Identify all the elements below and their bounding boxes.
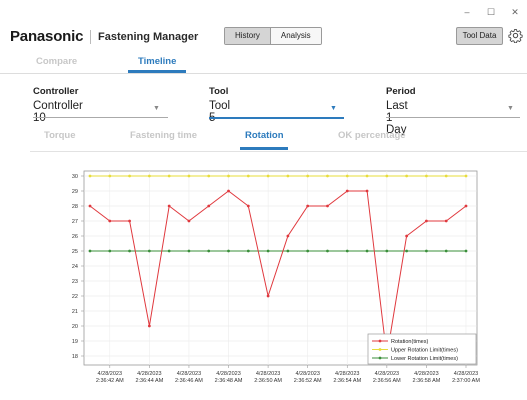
data-point — [207, 174, 211, 178]
x-tick-label: 4/28/2023 — [335, 371, 359, 377]
legend-marker — [378, 356, 382, 360]
y-tick-label: 30 — [72, 174, 78, 180]
x-tick-label: 4/28/2023 — [454, 371, 478, 377]
data-point — [306, 249, 310, 253]
data-point — [345, 174, 349, 178]
data-point — [286, 249, 290, 253]
data-point — [385, 249, 389, 253]
data-point — [425, 249, 428, 253]
y-tick-label: 27 — [72, 219, 78, 225]
data-point — [345, 249, 349, 253]
data-point — [286, 234, 290, 238]
x-tick-label: 4/28/2023 — [295, 371, 319, 377]
data-point — [227, 174, 230, 178]
data-point — [88, 204, 92, 208]
data-point — [464, 204, 468, 208]
legend-entry: Rotation(times) — [391, 339, 428, 345]
data-point — [326, 204, 329, 208]
data-point — [326, 174, 329, 178]
data-point — [385, 174, 389, 178]
data-point — [365, 189, 369, 193]
data-point — [147, 174, 151, 178]
data-point — [405, 174, 409, 178]
x-tick-label: 2:36:48 AM — [215, 378, 243, 384]
data-point — [167, 249, 171, 253]
y-tick-label: 26 — [72, 234, 78, 240]
data-point — [464, 174, 468, 178]
data-point — [246, 249, 250, 253]
x-tick-label: 4/28/2023 — [256, 371, 280, 377]
y-tick-label: 18 — [72, 354, 78, 360]
y-tick-label: 21 — [72, 309, 78, 315]
data-point — [207, 249, 211, 253]
data-point — [306, 174, 310, 178]
data-point — [286, 174, 290, 178]
data-point — [207, 204, 211, 208]
rotation-chart: 181920212223242526272829304/28/20232:36:… — [72, 170, 480, 384]
y-tick-label: 20 — [72, 324, 78, 330]
data-point — [306, 204, 310, 208]
legend-entry: Lower Rotation Limit(times) — [391, 356, 458, 362]
y-tick-label: 22 — [72, 294, 78, 300]
data-point — [246, 204, 250, 208]
data-point — [326, 249, 329, 253]
x-tick-label: 4/28/2023 — [375, 371, 399, 377]
data-point — [464, 249, 468, 253]
legend-marker — [378, 339, 382, 343]
y-tick-label: 23 — [72, 279, 78, 285]
data-point — [444, 174, 448, 178]
x-tick-label: 2:36:56 AM — [373, 378, 401, 384]
data-point — [167, 204, 171, 208]
data-point — [405, 249, 409, 253]
data-point — [425, 219, 428, 223]
data-point — [405, 234, 409, 238]
y-tick-label: 19 — [72, 339, 78, 345]
data-point — [147, 324, 151, 328]
legend-entry: Upper Rotation Limit(times) — [391, 348, 458, 354]
data-point — [266, 294, 270, 298]
data-point — [266, 249, 270, 253]
data-point — [187, 249, 191, 253]
data-point — [227, 189, 230, 193]
legend-marker — [378, 348, 382, 351]
data-point — [246, 174, 250, 178]
y-tick-label: 29 — [72, 189, 78, 195]
data-point — [266, 174, 270, 178]
x-tick-label: 2:36:54 AM — [333, 378, 361, 384]
data-point — [108, 219, 112, 223]
x-tick-label: 4/28/2023 — [98, 371, 122, 377]
data-point — [128, 249, 131, 253]
data-point — [187, 174, 191, 178]
x-tick-label: 4/28/2023 — [177, 371, 201, 377]
y-tick-label: 24 — [72, 264, 78, 270]
y-tick-label: 25 — [72, 249, 78, 255]
x-tick-label: 2:36:42 AM — [96, 378, 124, 384]
data-point — [227, 249, 230, 253]
x-tick-label: 2:36:46 AM — [175, 378, 203, 384]
x-tick-label: 4/28/2023 — [137, 371, 161, 377]
y-tick-label: 28 — [72, 204, 78, 210]
x-tick-label: 2:36:44 AM — [135, 378, 163, 384]
data-point — [108, 249, 112, 253]
data-point — [444, 219, 448, 223]
x-tick-label: 2:36:52 AM — [294, 378, 322, 384]
data-point — [365, 174, 369, 178]
data-point — [425, 174, 428, 178]
x-tick-label: 4/28/2023 — [216, 371, 240, 377]
data-point — [88, 174, 92, 178]
data-point — [128, 219, 131, 223]
x-tick-label: 2:37:00 AM — [452, 378, 480, 384]
data-point — [128, 174, 131, 178]
data-point — [187, 219, 191, 223]
data-point — [365, 249, 369, 253]
data-point — [147, 249, 151, 253]
x-tick-label: 4/28/2023 — [414, 371, 438, 377]
data-point — [167, 174, 171, 178]
x-tick-label: 2:36:58 AM — [413, 378, 441, 384]
data-point — [345, 189, 349, 193]
data-point — [88, 249, 92, 253]
data-point — [108, 174, 112, 178]
data-point — [444, 249, 448, 253]
x-tick-label: 2:36:50 AM — [254, 378, 282, 384]
